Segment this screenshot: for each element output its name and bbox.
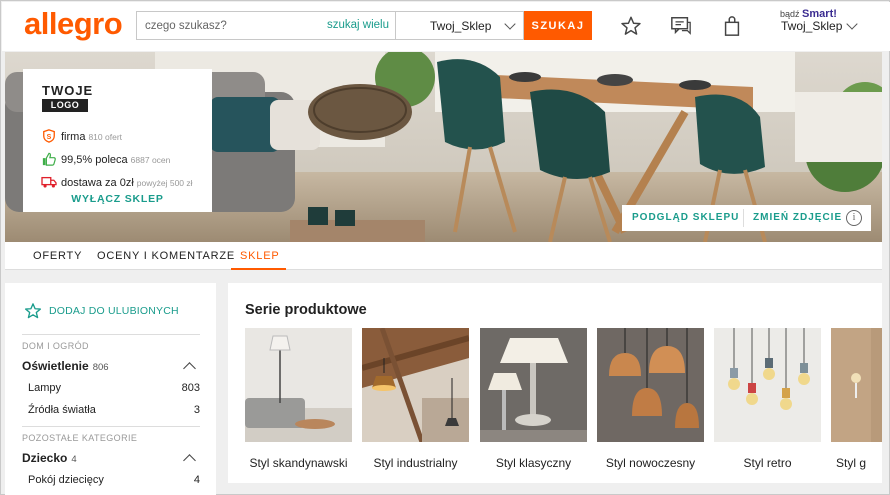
category-lighting-label: Oświetlenie	[22, 359, 89, 373]
recommend-sub: 6887 ocen	[130, 155, 171, 165]
add-favorite-button[interactable]: DODAJ DO ULUBIONYCH	[24, 303, 179, 319]
truck-icon	[41, 176, 57, 188]
series-tile[interactable]: Styl g	[831, 328, 882, 470]
series-tile[interactable]: Styl industrialny	[361, 327, 470, 470]
company-sub: 810 ofert	[88, 132, 123, 142]
store-logo-top: TWOJE	[42, 83, 94, 98]
company-shield-icon: S	[43, 129, 55, 143]
store-logo: TWOJE LOGO	[42, 83, 94, 112]
subcategory-light-sources-count: 3	[193, 404, 200, 416]
series-tile[interactable]: Styl skandynawski	[245, 328, 352, 470]
store-tabs: OFERTY OCENY I KOMENTARZE SKLEP	[5, 242, 882, 270]
stat-recommend: 99,5% poleca 6887 ocen	[41, 152, 170, 166]
series-label-retro: Styl retro	[743, 456, 792, 470]
user-menu[interactable]: Twoj_Sklep	[781, 19, 842, 33]
divider	[22, 334, 200, 335]
add-favorite-label: DODAJ DO ULUBIONYCH	[49, 305, 179, 317]
series-label-industrial: Styl industrialny	[373, 456, 458, 470]
subcategory-lamps-count: 803	[181, 382, 200, 394]
series-image-industrial	[361, 327, 470, 443]
section-title: Serie produktowe	[245, 302, 367, 318]
store-select[interactable]: Twoj_Sklep	[396, 11, 524, 40]
search-button[interactable]: SZUKAJ	[524, 11, 592, 40]
change-photo-button[interactable]: ZMIEŃ ZDJĘCIE	[753, 212, 842, 223]
series-image-classic	[480, 328, 587, 442]
company-label: firma	[61, 131, 86, 143]
collapse-lighting-icon[interactable]	[183, 362, 196, 375]
category-sidebar: DODAJ DO ULUBIONYCH DOM I OGRÓD Oświetle…	[5, 283, 216, 495]
banner-actions: PODGLĄD SKLEPU ZMIEŃ ZDJĘCIE i	[622, 205, 871, 231]
series-label-partial: Styl g	[836, 456, 867, 470]
actions-divider	[743, 209, 744, 227]
tab-store[interactable]: SKLEP	[240, 250, 279, 262]
series-image-partial	[831, 328, 882, 442]
series-tile[interactable]: Styl nowoczesny	[597, 328, 704, 470]
subcategory-lamps[interactable]: Lampy	[28, 382, 61, 394]
subcategory-kids-room-count: 4	[193, 474, 200, 486]
series-image-retro	[714, 328, 821, 442]
series-label-classic: Styl klasyczny	[495, 456, 572, 470]
star-icon[interactable]	[620, 15, 642, 37]
category-lighting[interactable]: Oświetlenie 806	[22, 359, 109, 373]
turn-off-store-link[interactable]: WYŁĄCZ SKLEP	[23, 193, 212, 205]
stat-company: S firma 810 ofert	[41, 129, 122, 143]
smart-prefix: bądź	[780, 9, 800, 19]
series-image-modern	[597, 328, 704, 442]
app-frame: allegro szukaj wielu Twoj_Sklep SZUKAJ b…	[0, 0, 890, 495]
allegro-logo[interactable]: allegro	[24, 6, 123, 42]
subcategory-kids-room[interactable]: Pokój dziecięcy	[28, 474, 104, 486]
category-child-count: 4	[71, 454, 77, 465]
recommend-label: 99,5% poleca	[61, 154, 128, 166]
thumbs-up-icon	[42, 152, 56, 166]
search-many-link[interactable]: szukaj wielu	[327, 19, 389, 31]
series-image-scandinavian	[245, 328, 352, 442]
bag-icon[interactable]	[721, 15, 743, 37]
series-tile[interactable]: Styl retro	[714, 328, 821, 470]
svg-text:S: S	[47, 134, 52, 141]
subcategory-light-sources[interactable]: Źródła światła	[28, 404, 96, 416]
stat-delivery: dostawa za 0zł powyżej 500 zł	[41, 175, 193, 189]
category-child[interactable]: Dziecko 4	[22, 451, 77, 465]
series-label-modern: Styl nowoczesny	[605, 456, 696, 470]
store-info-card: TWOJE LOGO S firma 810 ofert 99,5% poleca…	[23, 69, 212, 212]
user-menu-chevron-icon[interactable]	[846, 18, 858, 30]
category-group-other: POZOSTAŁE KATEGORIE	[22, 433, 138, 443]
search-input[interactable]	[137, 12, 327, 39]
series-label-scandinavian: Styl skandynawski	[249, 456, 348, 470]
category-child-label: Dziecko	[22, 451, 68, 465]
tab-offers[interactable]: OFERTY	[33, 250, 82, 262]
chat-icon[interactable]	[670, 15, 692, 37]
delivery-sub: powyżej 500 zł	[136, 178, 193, 188]
info-icon[interactable]: i	[846, 210, 862, 226]
store-select-label: Twoj_Sklep	[430, 19, 492, 33]
store-banner: TWOJE LOGO S firma 810 ofert 99,5% poleca…	[5, 52, 882, 242]
series-tile[interactable]: Styl klasyczny	[480, 328, 587, 470]
active-tab-indicator	[231, 268, 286, 270]
product-series-panel: Serie produktowe Styl skandynawski Styl …	[228, 283, 882, 483]
divider	[22, 426, 200, 427]
delivery-label: dostawa za 0zł	[61, 177, 134, 189]
category-lighting-count: 806	[92, 362, 109, 373]
top-header: allegro szukaj wielu Twoj_Sklep SZUKAJ b…	[2, 2, 890, 51]
chevron-down-icon	[504, 18, 516, 30]
category-group-home: DOM I OGRÓD	[22, 341, 89, 351]
collapse-child-icon[interactable]	[183, 454, 196, 467]
tab-ratings[interactable]: OCENY I KOMENTARZE	[97, 250, 235, 262]
store-preview-button[interactable]: PODGLĄD SKLEPU	[632, 212, 739, 223]
search-box: szukaj wielu	[136, 11, 396, 40]
star-outline-icon	[24, 303, 42, 319]
store-logo-bottom: LOGO	[42, 99, 88, 112]
